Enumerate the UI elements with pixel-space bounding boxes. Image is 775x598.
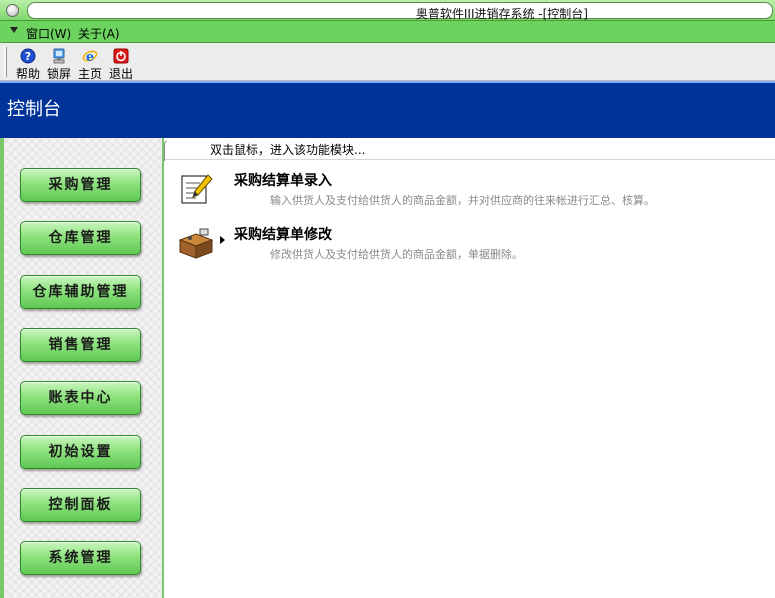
tab-edge	[164, 141, 167, 161]
selected-arrow-icon	[220, 236, 225, 244]
menu-item-window[interactable]: 窗口(W)	[26, 25, 71, 42]
home-button-label: 主页	[77, 67, 102, 81]
page-title: 控制台	[7, 99, 61, 120]
toolbar-grip[interactable]	[4, 47, 7, 77]
title-field: 奥普软件III进销存系统 -[控制台]	[27, 2, 773, 21]
sidebar-item-purchase-management[interactable]: 采购管理	[20, 168, 141, 202]
toolbar: ? 帮助 锁屏 e 主页 退出	[0, 43, 775, 81]
window-title: 奥普软件III进销存系统 -[控制台]	[415, 7, 588, 21]
sidebar-item-sales-management[interactable]: 销售管理	[20, 328, 141, 362]
menu-item-about[interactable]: 关于(A)	[78, 25, 120, 42]
exit-power-icon	[113, 48, 129, 64]
sidebar-item-warehouse-management[interactable]: 仓库管理	[20, 221, 141, 255]
content-panel: 双击鼠标，进入该功能模块... 采购结算单录入 输入供货人及支付给供货人的商品金…	[164, 138, 775, 598]
sidebar-item-control-panel[interactable]: 控制面板	[20, 488, 141, 522]
home-ie-icon: e	[82, 50, 98, 64]
sidebar-item-reports-center[interactable]: 账表中心	[20, 381, 141, 415]
function-item-purchase-settlement-entry[interactable]: 采购结算单录入 输入供货人及支付给供货人的商品金额，并对供应商的往来帐进行汇总、…	[178, 170, 768, 216]
sidebar-item-initial-settings[interactable]: 初始设置	[20, 435, 141, 469]
function-name: 采购结算单录入	[234, 173, 332, 189]
home-button[interactable]: e 主页	[75, 46, 105, 81]
page-header: 控制台	[0, 81, 775, 138]
sidebar-item-system-management[interactable]: 系统管理	[20, 541, 141, 575]
sidebar-item-warehouse-aux-management[interactable]: 仓库辅助管理	[20, 275, 141, 309]
system-menu-icon[interactable]	[6, 4, 19, 17]
menu-chevron-down-icon[interactable]	[10, 27, 18, 33]
exit-button-label: 退出	[108, 67, 133, 81]
lock-screen-icon	[53, 48, 65, 64]
exit-button[interactable]: 退出	[106, 46, 136, 81]
svg-text:e: e	[86, 50, 94, 64]
help-button-label: 帮助	[15, 67, 40, 81]
menu-bar: 窗口(W) 关于(A)	[0, 21, 775, 43]
lock-screen-button-label: 锁屏	[46, 67, 71, 81]
help-button[interactable]: ? 帮助	[13, 46, 43, 81]
desk-edit-icon	[178, 228, 214, 259]
function-description: 修改供货人及支付给供货人的商品金额，单据删除。	[270, 248, 523, 261]
hint-text: 双击鼠标，进入该功能模块...	[210, 143, 366, 157]
window-titlebar: 奥普软件III进销存系统 -[控制台]	[0, 0, 775, 21]
function-item-purchase-settlement-edit[interactable]: 采购结算单修改 修改供货人及支付给供货人的商品金额，单据删除。	[178, 224, 768, 270]
svg-text:?: ?	[25, 50, 31, 63]
help-icon: ?	[20, 48, 36, 64]
function-name: 采购结算单修改	[234, 227, 332, 243]
notepad-pencil-icon	[181, 174, 213, 204]
sidebar: 采购管理 仓库管理 仓库辅助管理 销售管理 账表中心 初始设置 控制面板 系统管…	[0, 138, 164, 598]
hint-bar: 双击鼠标，进入该功能模块...	[164, 138, 775, 161]
function-description: 输入供货人及支付给供货人的商品金额，并对供应商的往来帐进行汇总、核算。	[270, 194, 655, 207]
lock-screen-button[interactable]: 锁屏	[44, 46, 74, 81]
